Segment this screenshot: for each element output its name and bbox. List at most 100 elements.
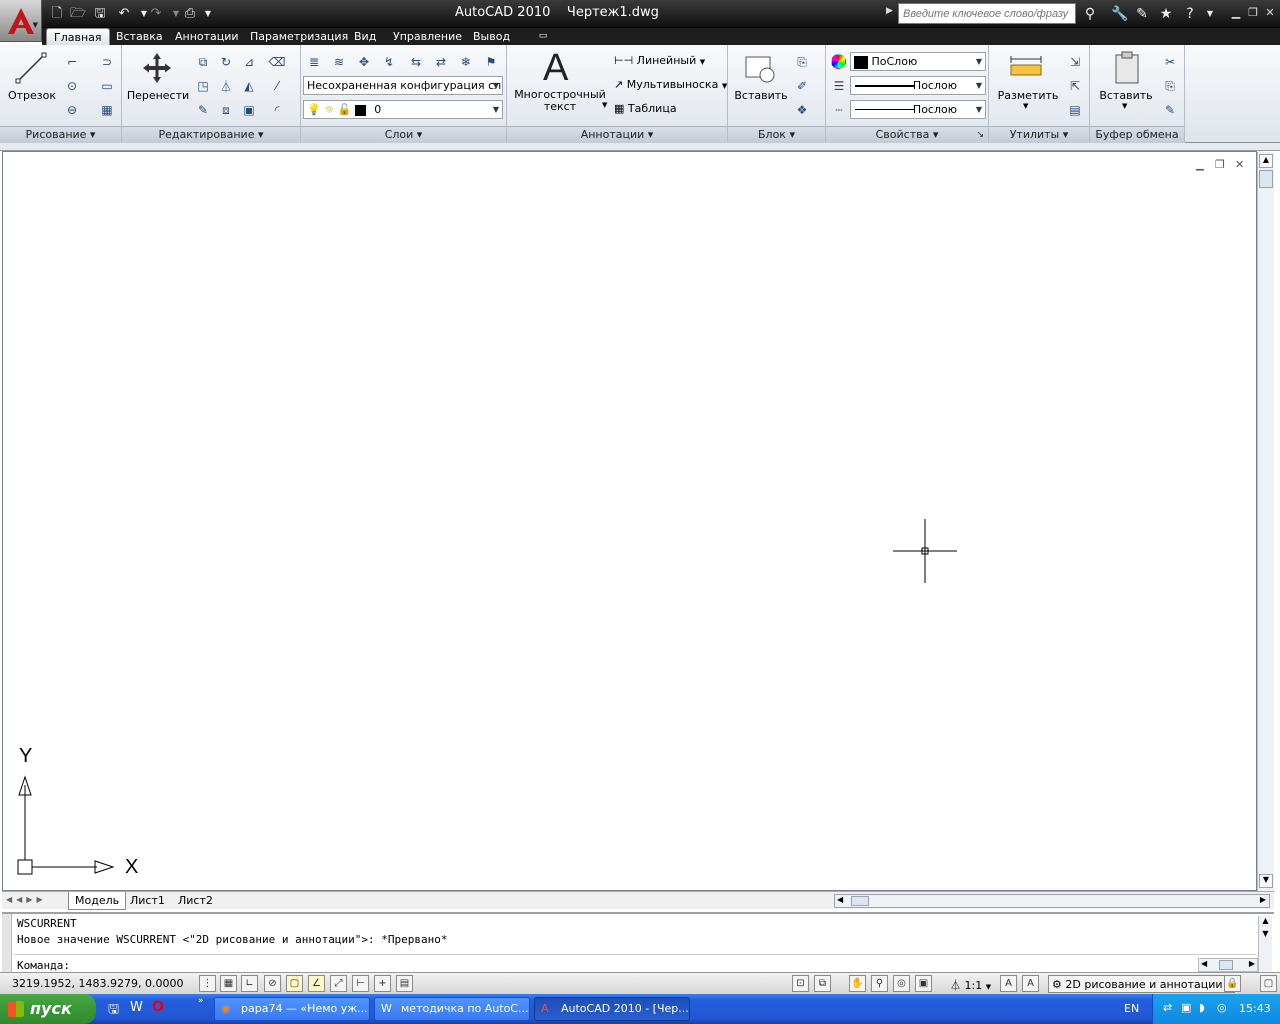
tab-annotate[interactable]: Аннотации — [168, 28, 246, 45]
create-block-icon[interactable]: ⎘ — [792, 52, 812, 72]
linetype-icon[interactable]: ┄ — [829, 100, 849, 120]
dyn-input-icon[interactable]: ⊢ — [352, 975, 369, 992]
panel-clipboard-label[interactable]: Буфер обмена — [1090, 126, 1184, 143]
tab-view[interactable]: Вид — [347, 28, 383, 45]
tab-parametric[interactable]: Параметризация — [243, 28, 355, 45]
scroll-right-icon[interactable]: ▶ — [1260, 895, 1266, 904]
lineweight-icon[interactable]: ☰ — [829, 76, 849, 96]
mtext-button-label[interactable]: Многострочный текст — [509, 89, 611, 113]
layer-freeze-icon[interactable]: ❄ — [456, 52, 476, 72]
cut-icon[interactable]: ✂ — [1160, 52, 1180, 72]
layer-match-icon[interactable]: ⇆ — [406, 52, 426, 72]
linear-dimension-button[interactable]: ⊢⊣ Линейный ▼ — [614, 54, 705, 67]
communication-center-icon[interactable]: ✎ — [1132, 4, 1152, 24]
tab-layout2[interactable]: Лист2 — [172, 892, 219, 910]
otrack-icon[interactable]: ∠ — [308, 975, 325, 992]
help-icon[interactable]: ? — [1180, 4, 1200, 24]
ducs-icon[interactable]: ⤢ — [330, 975, 347, 992]
drawing-close-icon[interactable]: ✕ — [1235, 158, 1244, 171]
layer-states-icon[interactable]: ≋ — [329, 52, 349, 72]
horizontal-scroll-thumb[interactable] — [851, 896, 869, 906]
command-hscroll-thumb[interactable] — [1219, 960, 1233, 970]
restore-icon[interactable]: ❐ — [1245, 6, 1261, 20]
start-button[interactable]: пуск — [0, 994, 96, 1024]
command-window[interactable]: WSCURRENT Новое значение WSCURRENT <"2D … — [2, 912, 1274, 972]
layer-isolate-icon[interactable]: ✥ — [354, 52, 374, 72]
linetype-dropdown[interactable]: Послою ▼ — [850, 100, 986, 119]
coordinates-readout[interactable]: 3219.1952, 1483.9279, 0.0000 — [12, 977, 183, 990]
insert-block-icon[interactable] — [743, 51, 777, 85]
annotation-scale[interactable]: ⏃ 1:1 ▼ — [950, 977, 991, 993]
panel-layers-label[interactable]: Слои ▾ — [301, 126, 506, 143]
help-dropdown-icon[interactable]: ▼ — [1200, 4, 1220, 24]
layer-state-dropdown[interactable]: Несохраненная конфигурация слоев ▼ — [303, 76, 503, 95]
rotate-icon[interactable]: ↻ — [216, 52, 236, 72]
minimize-icon[interactable]: ▁ — [1228, 6, 1244, 20]
panel-properties-label[interactable]: Свойства ▾ ↘ — [826, 126, 988, 143]
lineweight-toggle-icon[interactable]: + — [374, 975, 391, 992]
favorites-star-icon[interactable]: ★ — [1156, 4, 1176, 24]
mtext-icon[interactable]: A — [543, 47, 568, 90]
match-properties-icon[interactable]: ✎ — [1160, 100, 1180, 120]
explode-icon[interactable]: ⁄ — [267, 76, 287, 96]
line-icon[interactable] — [14, 51, 48, 85]
measure-icon[interactable] — [1009, 55, 1043, 81]
tab-output[interactable]: Вывод — [466, 28, 517, 45]
mirror-axis-icon[interactable]: ◭ — [239, 76, 259, 96]
panel-utilities-label[interactable]: Утилиты ▾ — [989, 126, 1089, 143]
tray-monitor-icon[interactable]: ▣ — [1181, 1001, 1191, 1014]
layer-previous-icon[interactable]: ⇄ — [431, 52, 451, 72]
application-menu-button[interactable]: ▼ — [0, 0, 42, 42]
copy-icon[interactable]: ⎘ — [1160, 76, 1180, 96]
fillet-icon[interactable]: ◜ — [267, 100, 287, 120]
chevron-down-icon[interactable]: ▼ — [1122, 102, 1127, 110]
move-icon[interactable] — [140, 51, 174, 85]
command-hscroll[interactable]: ◀ ▶ — [1198, 958, 1258, 972]
drawing-minimize-icon[interactable]: ▁ — [1196, 160, 1204, 171]
taskbar-firefox[interactable]: ◉ papa74 — «Немо уж... — [214, 997, 370, 1021]
subscription-key-icon[interactable]: 🔧 — [1110, 4, 1130, 24]
move-button-label[interactable]: Перенести — [126, 89, 190, 102]
edit-block-icon[interactable]: ✐ — [792, 76, 812, 96]
calculator-icon[interactable]: ▤ — [1065, 100, 1085, 120]
snap-icon[interactable]: ⋮ — [199, 975, 216, 992]
quick-view-layouts-icon[interactable]: ⧉ — [814, 975, 831, 992]
tab-model[interactable]: Модель — [68, 892, 127, 910]
command-scrollbar[interactable]: ▲ ▼ — [1258, 916, 1272, 972]
scroll-up-icon[interactable]: ▲ — [1259, 154, 1273, 168]
workspace-switcher[interactable]: ⚙ 2D рисование и аннотации ▼ — [1048, 975, 1236, 993]
language-indicator[interactable]: EN — [1124, 1002, 1139, 1015]
vertical-scrollbar[interactable]: ▲ ▼ — [1257, 152, 1274, 891]
line-button-label[interactable]: Отрезок — [6, 89, 58, 102]
quicklaunch-opera-icon[interactable]: O — [152, 999, 164, 1015]
trim-icon[interactable]: ⊿ — [239, 52, 259, 72]
open-folder-icon[interactable]: 🗁 — [68, 4, 88, 24]
tab-layout1[interactable]: Лист1 — [124, 892, 171, 910]
color-dropdown[interactable]: ПоСлою ▼ — [850, 52, 986, 71]
stretch-icon[interactable]: ◳ — [193, 76, 213, 96]
panel-modify-label[interactable]: Редактирование ▾ — [122, 126, 300, 143]
tab-home[interactable]: Главная — [46, 28, 110, 45]
tray-update-icon[interactable]: ◎ — [1217, 1001, 1227, 1014]
panel-annotation-label[interactable]: Аннотации ▾ — [507, 126, 727, 143]
command-prompt[interactable]: Команда: — [17, 959, 70, 972]
ellipse-icon[interactable]: ⊖ — [62, 100, 82, 120]
quick-select-icon[interactable]: ⇲ — [1065, 52, 1085, 72]
redo-icon[interactable]: ↷ — [146, 4, 166, 24]
annotation-visibility-icon[interactable]: A — [1000, 975, 1017, 992]
measure-button-label[interactable]: Разметить — [993, 89, 1063, 102]
layer-properties-icon[interactable]: ≣ — [304, 52, 324, 72]
binoculars-icon[interactable]: ⚲ — [1080, 4, 1100, 24]
search-expand-icon[interactable]: ▶ — [886, 6, 893, 16]
paste-button-label[interactable]: Вставить — [1094, 89, 1158, 102]
tab-insert[interactable]: Вставка — [109, 28, 170, 45]
copy-object-icon[interactable]: ⧉ — [193, 52, 213, 72]
block-attribute-icon[interactable]: ❖ — [792, 100, 812, 120]
drawing-restore-icon[interactable]: ❐ — [1215, 158, 1225, 171]
arc-icon[interactable]: ⊃ — [97, 52, 117, 72]
scroll-left-icon[interactable]: ◀ — [1201, 959, 1207, 968]
table-button[interactable]: ▦ Таблица — [614, 102, 677, 115]
chevron-down-icon[interactable]: ▼ — [602, 101, 607, 109]
panel-draw-label[interactable]: Рисование ▾ — [0, 126, 121, 143]
showmotion-icon[interactable]: ▣ — [915, 975, 932, 992]
